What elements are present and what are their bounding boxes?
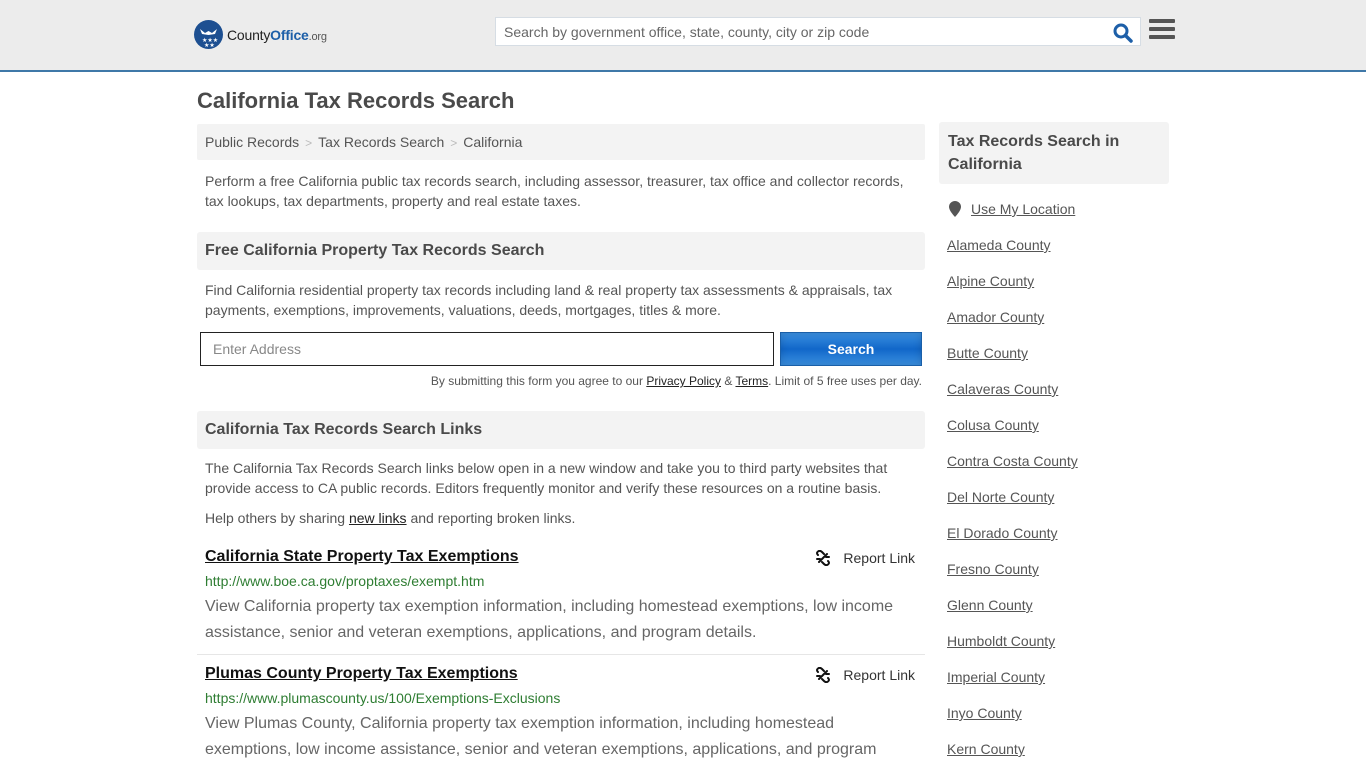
resource-link-description: View Plumas County, California property … bbox=[205, 715, 877, 758]
intro-text: Perform a free California public tax rec… bbox=[205, 173, 904, 209]
logo-text: CountyOffice.org bbox=[227, 26, 327, 43]
county-list-item: Butte County bbox=[947, 345, 1078, 381]
broken-link-icon bbox=[816, 667, 831, 683]
county-list-item: Fresno County bbox=[947, 561, 1078, 597]
resource-link-title[interactable]: California State Property Tax Exemptions bbox=[205, 548, 519, 566]
broken-link-icon bbox=[816, 550, 831, 566]
county-link[interactable]: Del Norte County bbox=[947, 489, 1054, 505]
site-logo[interactable]: ★★★ ★★ CountyOffice.org bbox=[194, 20, 327, 49]
site-search bbox=[495, 17, 1141, 46]
county-list-item: Humboldt County bbox=[947, 633, 1078, 669]
help-suffix: and reporting broken links. bbox=[406, 510, 576, 526]
help-text: Help others by sharing new links and rep… bbox=[205, 508, 917, 528]
search-icon[interactable] bbox=[1112, 22, 1134, 44]
property-search-heading: Free California Property Tax Records Sea… bbox=[197, 232, 925, 270]
breadcrumb-current: California bbox=[463, 134, 523, 150]
county-list: Alameda County Alpine County Amador County… bbox=[947, 237, 1078, 777]
report-link-label: Report Link bbox=[843, 550, 915, 566]
report-link-label: Report Link bbox=[843, 667, 915, 683]
breadcrumb-tax-records-search[interactable]: Tax Records Search bbox=[318, 134, 444, 150]
resource-link-url: http://www.boe.ca.gov/proptaxes/exempt.h… bbox=[205, 573, 485, 589]
address-search-button[interactable]: Search bbox=[780, 332, 922, 366]
disclaimer-amp: & bbox=[721, 374, 736, 388]
county-link[interactable]: Inyo County bbox=[947, 705, 1022, 721]
privacy-policy-link[interactable]: Privacy Policy bbox=[646, 374, 721, 388]
breadcrumb: Public Records > Tax Records Search > Califo… bbox=[197, 124, 925, 160]
county-link[interactable]: Humboldt County bbox=[947, 633, 1055, 649]
use-my-location: Use My Location bbox=[949, 201, 1075, 217]
county-link[interactable]: Kern County bbox=[947, 741, 1025, 757]
site-header: ★★★ ★★ CountyOffice.org bbox=[0, 0, 1366, 72]
address-input[interactable] bbox=[200, 332, 774, 366]
help-prefix: Help others by sharing bbox=[205, 510, 349, 526]
page-title: California Tax Records Search bbox=[197, 88, 515, 113]
county-list-item: Contra Costa County bbox=[947, 453, 1078, 489]
county-link[interactable]: Glenn County bbox=[947, 597, 1033, 613]
county-list-item: Alpine County bbox=[947, 273, 1078, 309]
resource-link-item: Plumas County Property Tax Exemptions Re… bbox=[197, 665, 925, 775]
eagle-stars-logo-icon: ★★★ ★★ bbox=[194, 20, 223, 49]
use-my-location-link[interactable]: Use My Location bbox=[971, 201, 1075, 217]
resource-link-url: https://www.plumascounty.us/100/Exemptio… bbox=[205, 690, 561, 706]
svg-text:★★: ★★ bbox=[204, 42, 215, 49]
county-list-item: Colusa County bbox=[947, 417, 1078, 453]
county-link[interactable]: Imperial County bbox=[947, 669, 1045, 685]
county-list-item: Kern County bbox=[947, 741, 1078, 777]
links-section-description: The California Tax Records Search links … bbox=[205, 460, 888, 496]
breadcrumb-separator: > bbox=[450, 136, 458, 150]
county-list-item: Calaveras County bbox=[947, 381, 1078, 417]
sidebar-heading: Tax Records Search in California bbox=[939, 122, 1169, 184]
county-link[interactable]: Calaveras County bbox=[947, 381, 1058, 397]
report-link-button[interactable]: Report Link bbox=[815, 667, 915, 683]
form-disclaimer: By submitting this form you agree to our… bbox=[205, 374, 922, 388]
disclaimer-text: By submitting this form you agree to our bbox=[430, 374, 647, 388]
county-link[interactable]: Alameda County bbox=[947, 237, 1051, 253]
resource-link-title[interactable]: Plumas County Property Tax Exemptions bbox=[205, 665, 518, 683]
breadcrumb-public-records[interactable]: Public Records bbox=[205, 134, 299, 150]
county-list-item: Glenn County bbox=[947, 597, 1078, 633]
county-list-item: El Dorado County bbox=[947, 525, 1078, 561]
breadcrumb-separator: > bbox=[305, 136, 313, 150]
county-list-item: Alameda County bbox=[947, 237, 1078, 273]
county-link[interactable]: Alpine County bbox=[947, 273, 1034, 289]
disclaimer-limit-text: . Limit of 5 free uses per day. bbox=[768, 374, 922, 388]
county-list-item: Inyo County bbox=[947, 705, 1078, 741]
terms-link[interactable]: Terms bbox=[735, 374, 768, 388]
county-link[interactable]: Colusa County bbox=[947, 417, 1039, 433]
resource-link-description: View California property tax exemption i… bbox=[205, 598, 894, 641]
county-list-item: Amador County bbox=[947, 309, 1078, 345]
site-search-input[interactable] bbox=[496, 18, 1096, 45]
county-link[interactable]: El Dorado County bbox=[947, 525, 1058, 541]
county-link[interactable]: Amador County bbox=[947, 309, 1044, 325]
county-list-item: Del Norte County bbox=[947, 489, 1078, 525]
property-search-description: Find California residential property tax… bbox=[205, 282, 893, 318]
map-pin-icon bbox=[949, 201, 961, 217]
new-links-link[interactable]: new links bbox=[349, 510, 407, 526]
county-link[interactable]: Contra Costa County bbox=[947, 453, 1078, 469]
county-link[interactable]: Butte County bbox=[947, 345, 1028, 361]
county-link[interactable]: Fresno County bbox=[947, 561, 1039, 577]
hamburger-menu-icon[interactable] bbox=[1149, 19, 1175, 43]
report-link-button[interactable]: Report Link bbox=[815, 550, 915, 566]
county-list-item: Imperial County bbox=[947, 669, 1078, 705]
links-section-heading: California Tax Records Search Links bbox=[197, 411, 925, 449]
resource-link-item: California State Property Tax Exemptions… bbox=[197, 548, 925, 655]
